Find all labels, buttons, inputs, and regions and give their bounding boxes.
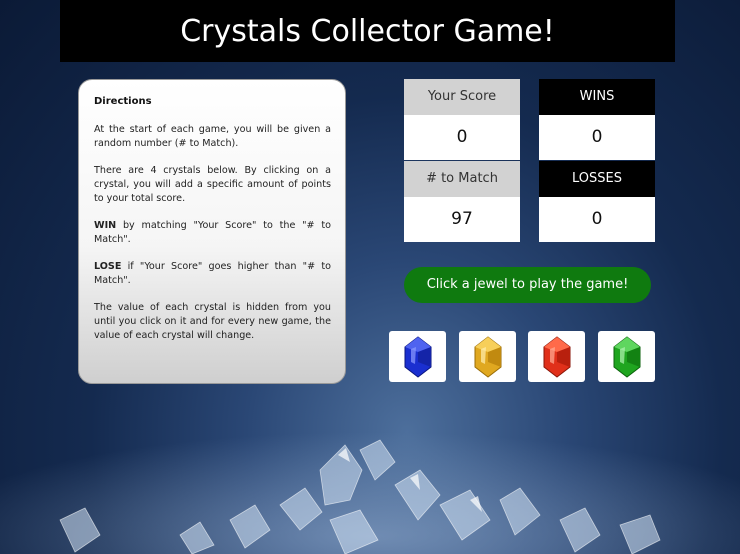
wins-label: WINS (539, 79, 655, 115)
directions-paragraph-values: The value of each crystal is hidden from… (94, 302, 331, 341)
to-match-label: # to Match (404, 161, 520, 197)
green-crystal-icon (613, 335, 640, 378)
crystal-button-yellow[interactable] (459, 331, 516, 382)
blue-crystal-icon (404, 335, 431, 378)
page-title: Crystals Collector Game! (60, 0, 675, 62)
wins-value: 0 (539, 115, 655, 160)
directions-paragraph-lose: LOSE if "Your Score" goes higher than "#… (94, 260, 331, 288)
directions-heading: Directions (94, 96, 152, 107)
directions-paragraph-crystals: There are 4 crystals below. By clicking … (94, 165, 331, 204)
lose-rule-text: if "Your Score" goes higher than "# to M… (94, 261, 331, 286)
your-score-label: Your Score (404, 79, 520, 115)
crystal-button-red[interactable] (528, 331, 585, 382)
your-score-value: 0 (404, 115, 520, 160)
red-crystal-icon (543, 335, 570, 378)
losses-value: 0 (539, 197, 655, 242)
play-game-button[interactable]: Click a jewel to play the game! (404, 267, 651, 303)
to-match-value: 97 (404, 197, 520, 242)
directions-paragraph-start: At the start of each game, you will be g… (94, 124, 331, 149)
directions-paragraph-win: WIN by matching "Your Score" to the "# t… (94, 219, 331, 247)
losses-box: LOSSES 0 (539, 161, 655, 242)
crystal-button-green[interactable] (598, 331, 655, 382)
win-rule-text: by matching "Your Score" to the "# to Ma… (94, 220, 331, 245)
directions-panel: Directions At the start of each game, yo… (78, 79, 346, 384)
yellow-crystal-icon (474, 335, 501, 378)
to-match-box: # to Match 97 (404, 161, 520, 242)
crystal-button-blue[interactable] (389, 331, 446, 382)
lose-keyword: LOSE (94, 261, 122, 272)
losses-label: LOSSES (539, 161, 655, 197)
wins-box: WINS 0 (539, 79, 655, 160)
your-score-box: Your Score 0 (404, 79, 520, 160)
win-keyword: WIN (94, 220, 117, 231)
